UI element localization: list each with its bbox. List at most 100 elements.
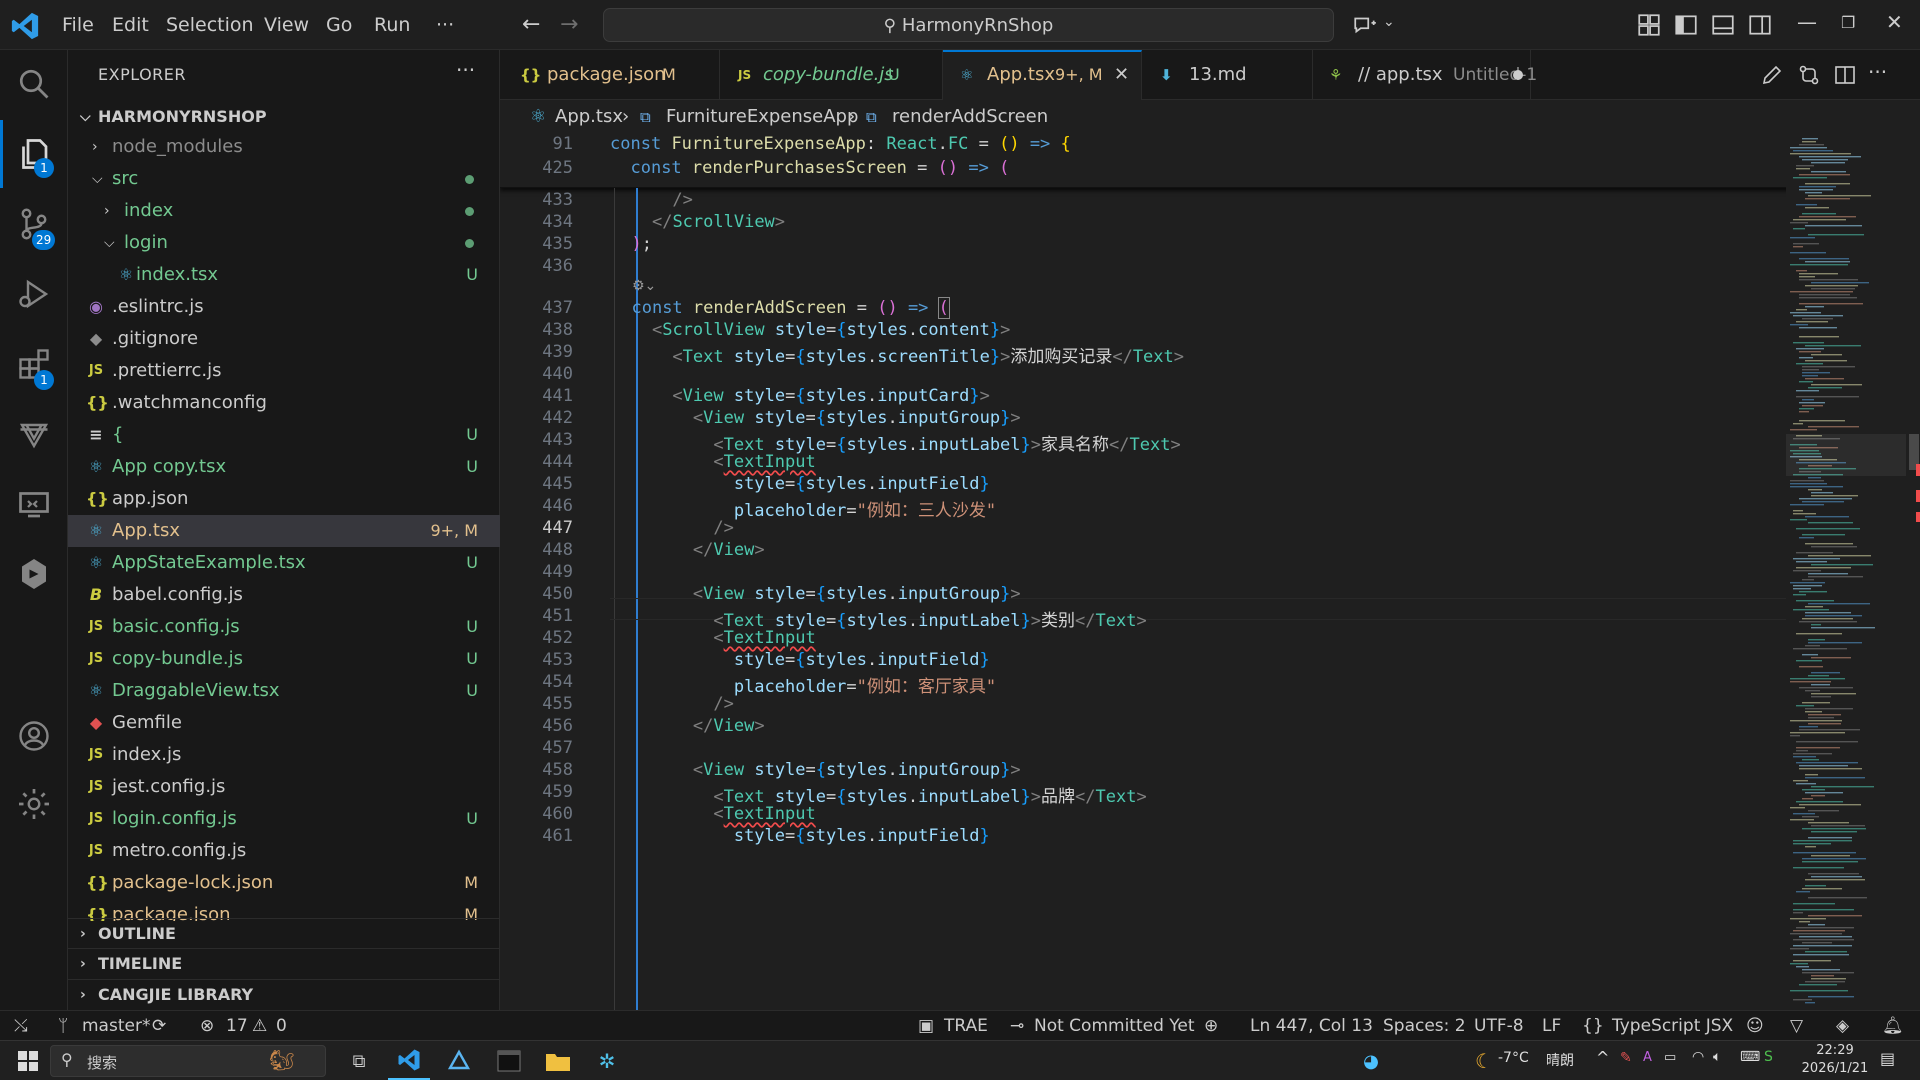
tray-battery-icon[interactable]: ▭	[1664, 1050, 1676, 1065]
notification-center-icon[interactable]: ▤	[1880, 1049, 1895, 1068]
trae-label[interactable]: TRAE	[944, 1011, 988, 1041]
toggle-panel-icon[interactable]	[1710, 12, 1736, 38]
tree-item-app-tsx[interactable]: ⚛ App.tsx 9+, M	[68, 515, 500, 547]
compare-changes-icon[interactable]	[1797, 63, 1821, 87]
harmony-status-icon[interactable]: ◈	[1836, 1011, 1849, 1041]
breadcrumb-file[interactable]: App.tsx	[555, 100, 623, 134]
toggle-sidebar-icon[interactable]	[1673, 12, 1699, 38]
tray-ime-icon[interactable]: A	[1643, 1050, 1652, 1065]
taskbar-deveco-icon[interactable]	[438, 1041, 480, 1080]
tree-item-index-folder[interactable]: › index	[68, 195, 500, 227]
manage-activity[interactable]	[0, 770, 68, 838]
tab-untitled-1[interactable]: ⚘ // app.tsx Untitled-1	[1313, 50, 1537, 100]
minimap[interactable]	[1786, 134, 1906, 1010]
tray-pen-icon[interactable]: ✎	[1620, 1050, 1632, 1066]
menu-run[interactable]: Run	[366, 0, 418, 50]
tree-item-prettierrc[interactable]: JS .prettierrc.js	[68, 355, 500, 387]
tree-item-app-json[interactable]: {} app.json	[68, 483, 500, 515]
tree-item-gemfile[interactable]: ◆ Gemfile	[68, 707, 500, 739]
tray-expand-icon[interactable]: ^	[1596, 1048, 1609, 1067]
codelens-icon[interactable]: ⚙⌄	[632, 278, 656, 294]
tree-item-metro-config[interactable]: JS metro.config.js	[68, 835, 500, 867]
chevron-down-icon[interactable]: ⌄	[1383, 14, 1395, 30]
taskbar-app-icon[interactable]: ✲	[586, 1041, 628, 1080]
edit-pencil-icon[interactable]	[1760, 63, 1784, 87]
menu-more[interactable]: ···	[428, 0, 462, 50]
blame-status[interactable]: Not Committed Yet	[1034, 1011, 1195, 1041]
close-tab-icon[interactable]: ✕	[1114, 52, 1129, 98]
menu-file[interactable]: File	[54, 0, 102, 50]
notifications-icon[interactable]: 🔔︎	[1882, 1011, 1904, 1041]
extensions-activity[interactable]: 1	[0, 330, 68, 398]
wifi-icon[interactable]: ◠	[1692, 1049, 1704, 1065]
language-mode[interactable]: TypeScript JSX	[1612, 1011, 1733, 1041]
tab-13-md[interactable]: ⬇ 13.md	[1142, 50, 1313, 100]
copilot-icon[interactable]: ☺	[1746, 1011, 1764, 1041]
tab-app-tsx[interactable]: ⚛ App.tsx 9+, M ✕	[943, 50, 1142, 100]
menu-view[interactable]: View	[256, 0, 317, 50]
copilot-chat-icon[interactable]	[1352, 12, 1378, 38]
tree-item-jest-config[interactable]: JS jest.config.js	[68, 771, 500, 803]
taskbar-terminal-icon[interactable]	[488, 1041, 530, 1080]
tree-item-node-modules[interactable]: › node_modules	[68, 131, 500, 163]
toggle-secondary-sidebar-icon[interactable]	[1747, 12, 1773, 38]
branch-name[interactable]: master*	[82, 1011, 150, 1041]
harmony-activity[interactable]	[0, 540, 68, 608]
forward-arrow-icon[interactable]: →	[560, 12, 578, 37]
customize-layout-icon[interactable]	[1636, 12, 1662, 38]
error-count[interactable]: 17	[226, 1011, 248, 1041]
windows-start-icon[interactable]	[8, 1041, 48, 1080]
sync-icon[interactable]: ⟳	[152, 1011, 166, 1041]
command-center-search[interactable]: ⚲ HarmonyRnShop	[603, 8, 1334, 42]
tree-item-brace-file[interactable]: ≡ { U	[68, 419, 500, 451]
tray-green-icon[interactable]: S	[1764, 1049, 1773, 1065]
menu-go[interactable]: Go	[318, 0, 360, 50]
tree-item-login-config[interactable]: JS login.config.js U	[68, 803, 500, 835]
more-actions-icon[interactable]: ···	[456, 58, 475, 82]
sticky-scroll[interactable]: 91 const FurnitureExpenseApp: React.FC =…	[500, 134, 1790, 188]
remote-icon[interactable]: ⤯	[14, 1011, 28, 1041]
split-editor-icon[interactable]	[1833, 63, 1857, 87]
explorer-activity[interactable]: 1	[0, 120, 68, 188]
cursor-position[interactable]: Ln 447, Col 13	[1250, 1011, 1373, 1041]
more-actions-icon[interactable]: ···	[1868, 60, 1887, 84]
eol[interactable]: LF	[1542, 1011, 1561, 1041]
indentation[interactable]: Spaces: 2	[1383, 1011, 1466, 1041]
tree-item-app-copy-tsx[interactable]: ⚛ App copy.tsx U	[68, 451, 500, 483]
accounts-activity[interactable]	[0, 702, 68, 770]
encoding[interactable]: UTF-8	[1474, 1011, 1524, 1041]
unsaved-dot-icon[interactable]	[1513, 70, 1523, 80]
tree-item-babel-config[interactable]: B babel.config.js	[68, 579, 500, 611]
weather-desc[interactable]: 晴朗	[1546, 1050, 1574, 1070]
code-editor[interactable]: 91 const FurnitureExpenseApp: React.FC =…	[500, 134, 1920, 1010]
source-control-activity[interactable]: 29	[0, 190, 68, 258]
tree-item-eslintrc[interactable]: ◉ .eslintrc.js	[68, 291, 500, 323]
tree-item-watchmanconfig[interactable]: {} .watchmanconfig	[68, 387, 500, 419]
tree-item-gitignore[interactable]: ◆ .gitignore	[68, 323, 500, 355]
tree-item-src[interactable]: ⌵ src	[68, 163, 500, 195]
vertical-scrollbar[interactable]	[1906, 134, 1920, 1010]
clock-time[interactable]: 22:29	[1800, 1043, 1870, 1058]
tray-keyboard-icon[interactable]: ⌨	[1740, 1049, 1760, 1065]
taskbar-search[interactable]: ⚲ 搜索 🐿︎	[50, 1045, 326, 1077]
minimize-icon[interactable]: —	[1797, 10, 1817, 34]
task-view-icon[interactable]: ⧉	[340, 1041, 378, 1080]
tree-item-draggableview[interactable]: ⚛ DraggableView.tsx U	[68, 675, 500, 707]
tree-item-index-js[interactable]: JS index.js	[68, 739, 500, 771]
remote-explorer-activity[interactable]	[0, 470, 68, 538]
tree-item-login-index-tsx[interactable]: ⚛ index.tsx U	[68, 259, 500, 291]
taskbar-vscode[interactable]	[388, 1041, 430, 1080]
warning-count[interactable]: 0	[276, 1011, 287, 1041]
tree-item-login-folder[interactable]: ⌵ login	[68, 227, 500, 259]
tab-copy-bundle[interactable]: JS copy-bundle.js U	[720, 50, 943, 100]
tray-app-icon[interactable]: ◕	[1354, 1041, 1388, 1080]
close-window-icon[interactable]: ✕	[1886, 10, 1903, 34]
breadcrumb-function[interactable]: renderAddScreen	[892, 100, 1048, 134]
breadcrumb-component[interactable]: FurnitureExpenseApp	[666, 100, 858, 134]
tab-package-json[interactable]: {} package.json M	[500, 50, 720, 100]
restore-icon[interactable]: ❐	[1841, 13, 1855, 32]
tree-item-appstateexample[interactable]: ⚛ AppStateExample.tsx U	[68, 547, 500, 579]
tree-item-copy-bundle[interactable]: JS copy-bundle.js U	[68, 643, 500, 675]
outline-section[interactable]: › OUTLINE	[68, 918, 500, 948]
tree-item-package-lock[interactable]: {} package-lock.json M	[68, 867, 500, 899]
